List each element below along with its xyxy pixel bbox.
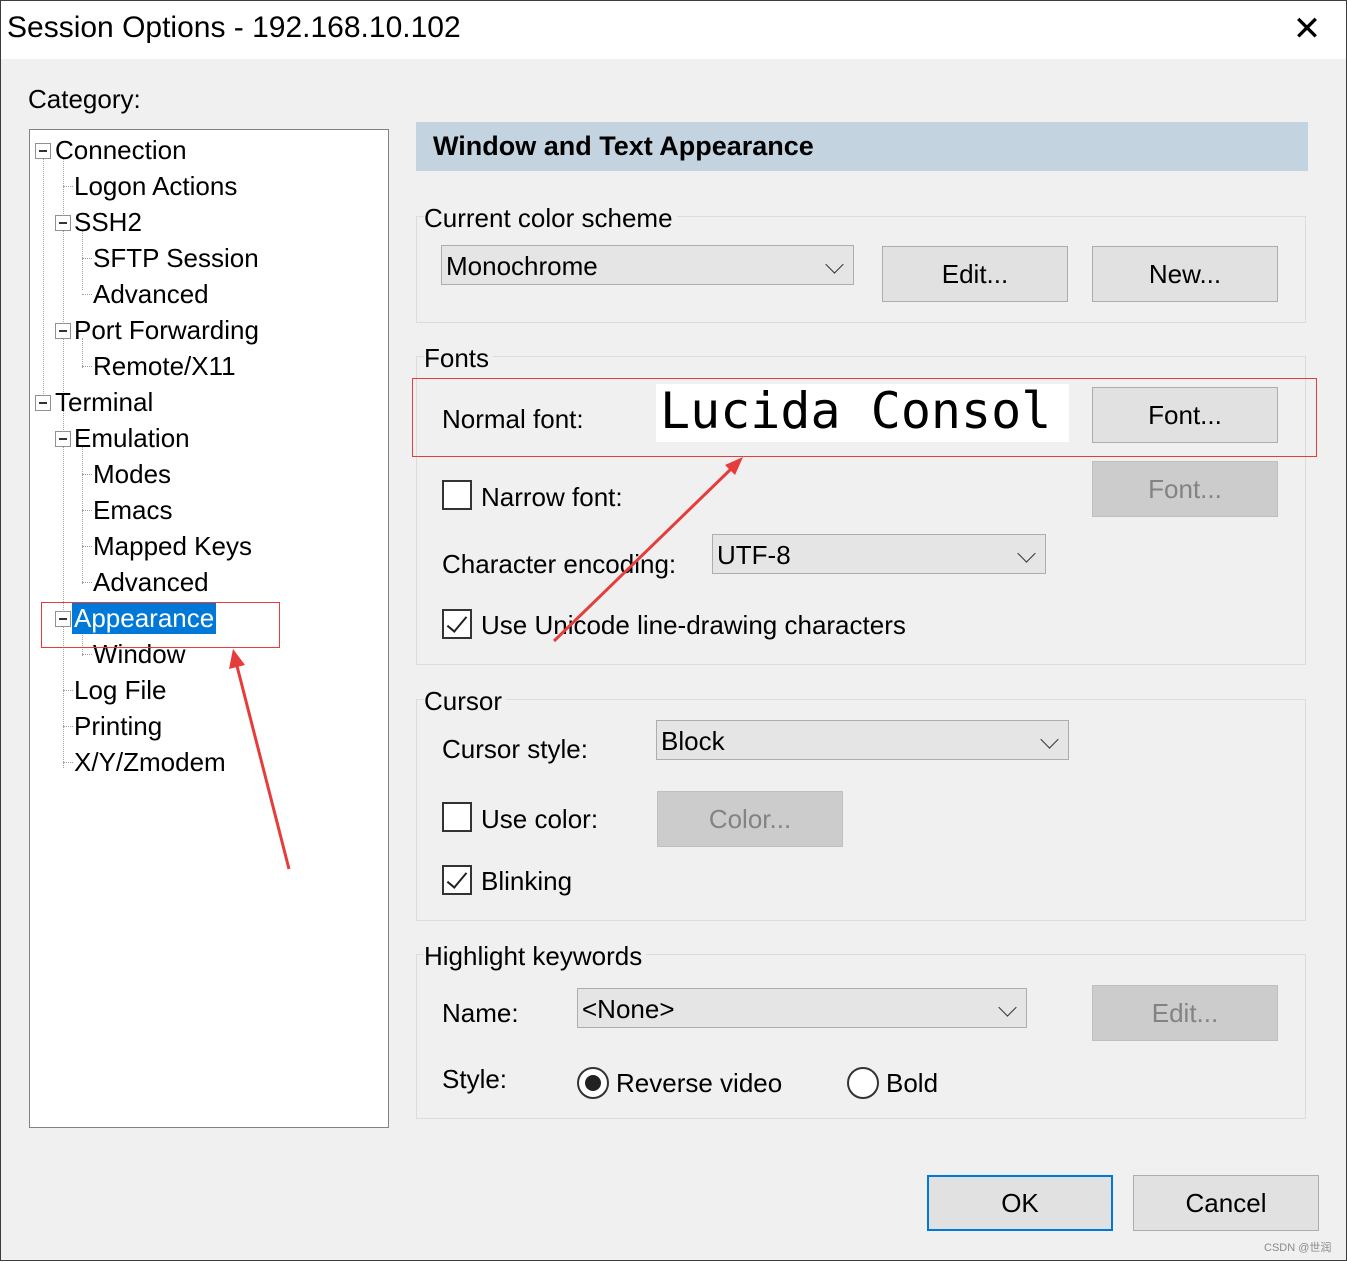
session-options-dialog: Session Options - 192.168.10.102 ✕ Categ… (0, 0, 1347, 1261)
annotation-arrow-line (235, 665, 291, 870)
watermark: CSDN @世润 (1264, 1242, 1332, 1254)
annotation-arrow-line (552, 467, 733, 643)
annotation-arrows (229, 457, 743, 870)
arrowhead-icon (229, 649, 245, 669)
